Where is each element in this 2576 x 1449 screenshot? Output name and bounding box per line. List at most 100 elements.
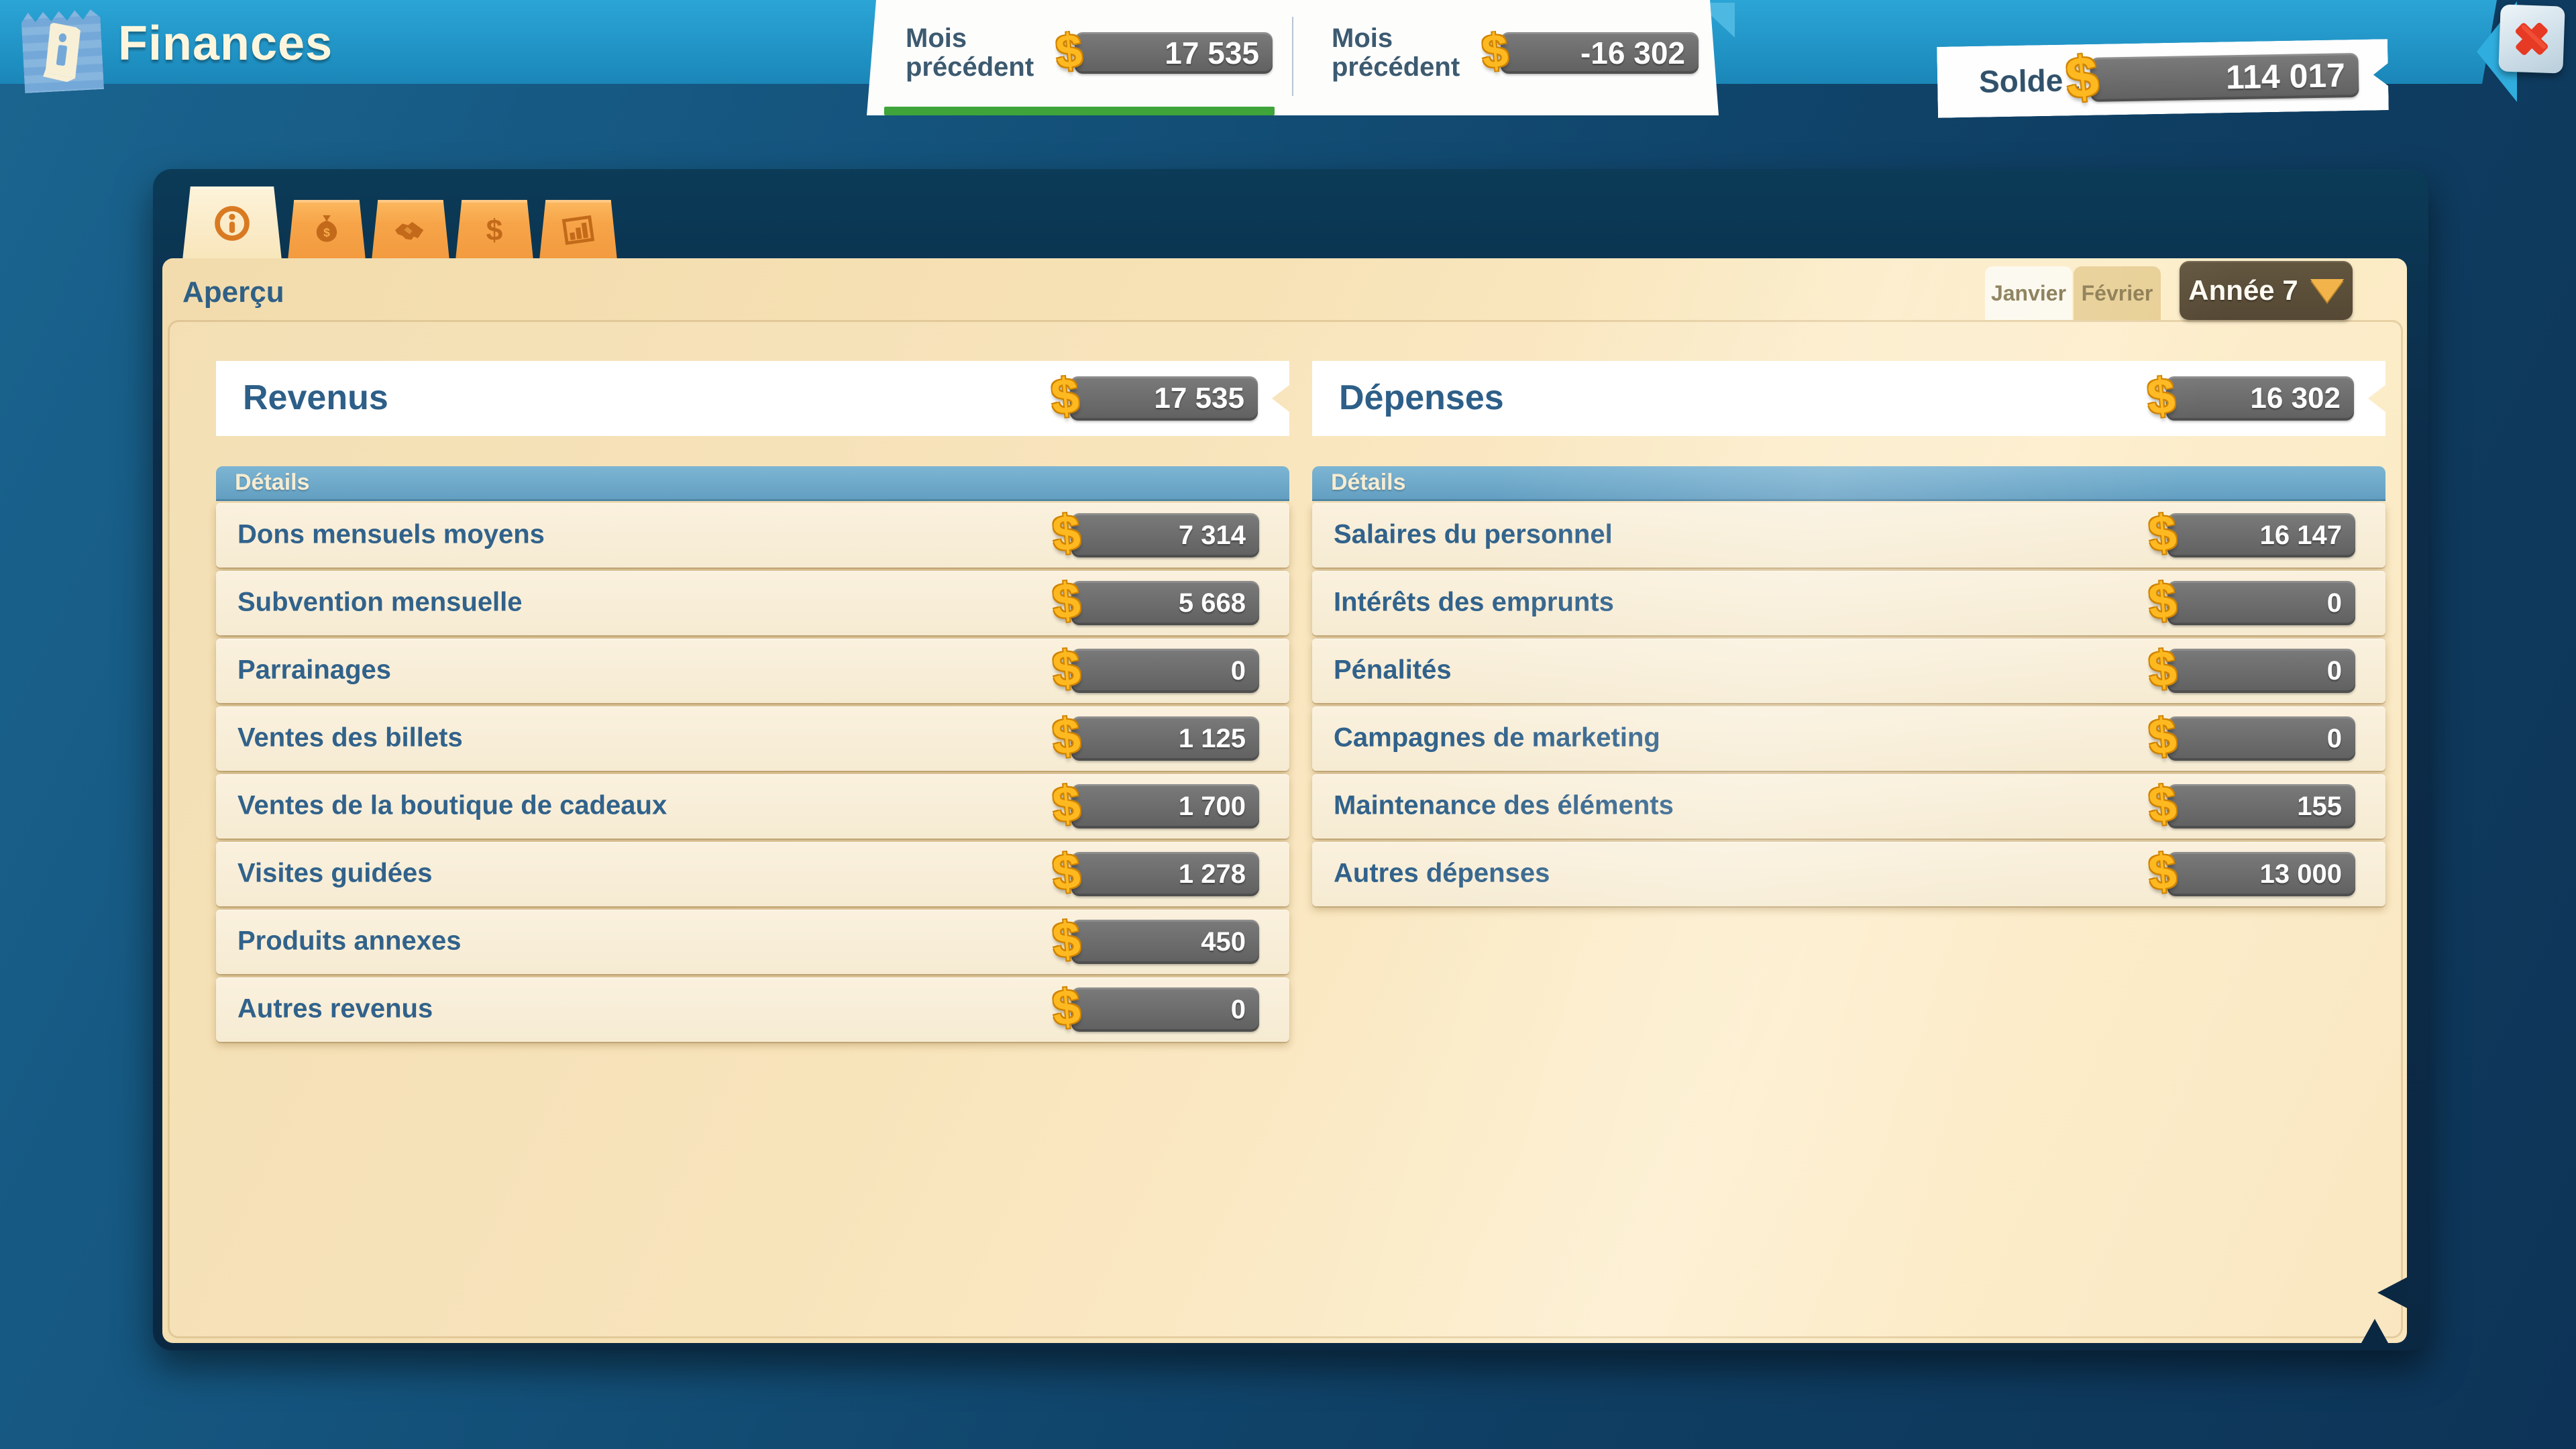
tab-overview[interactable] (182, 186, 282, 260)
previous-month-income: Mois précédent $ 17 535 (867, 0, 1293, 115)
amount-pill: $ 0 (2167, 581, 2355, 625)
ledger-book-icon (29, 15, 95, 88)
table-row: Dons mensuels moyens $ 7 314 (216, 503, 1289, 568)
row-value: 0 (2327, 588, 2355, 619)
svg-text:$: $ (486, 214, 503, 247)
row-label: Ventes de la boutique de cadeaux (237, 791, 667, 821)
amount-pill: $ 1 125 (1071, 716, 1259, 761)
revenues-total: 17 535 (1154, 382, 1258, 415)
svg-text:$: $ (323, 225, 330, 239)
details-label: Détails (1312, 470, 1406, 496)
tab-statistics[interactable] (539, 200, 617, 260)
amount-pill: $ 7 314 (1071, 513, 1259, 557)
page-title: Finances (118, 16, 333, 71)
overview-panel: Aperçu Janvier Février Année 7 Revenus $… (162, 258, 2407, 1343)
row-label: Subvention mensuelle (237, 588, 523, 618)
table-row: Intérêts des emprunts $ 0 (1312, 571, 2385, 635)
finances-ribbon-icon (21, 7, 104, 93)
amount-pill: $ 17 535 (1070, 376, 1258, 421)
amount-pill: $ 1 700 (1071, 784, 1259, 828)
row-value: 0 (2327, 656, 2355, 686)
amount-value: -16 302 (1580, 35, 1699, 71)
close-icon (2509, 16, 2555, 62)
expenses-details-header: Détails (1312, 466, 2385, 501)
currency-icon: $ (2147, 710, 2178, 762)
row-label: Produits annexes (237, 926, 461, 957)
amount-pill: $ 114 017 (2090, 53, 2359, 102)
money-bag-icon: $ (308, 211, 345, 249)
currency-icon: $ (2147, 575, 2178, 627)
amount-pill: $ 16 302 (2166, 376, 2354, 421)
previous-month-expense: Mois précédent $ -16 302 (1293, 0, 1719, 115)
row-label: Pénalités (1334, 655, 1452, 686)
currency-icon: $ (2063, 47, 2102, 108)
amount-pill: $ 0 (1071, 987, 1259, 1032)
expenses-title: Dépenses (1339, 378, 1504, 418)
currency-icon: $ (1051, 575, 1082, 627)
currency-icon: $ (1049, 370, 1081, 422)
screen: Finances Mois précédent $ 17 535 Mois pr… (0, 0, 2576, 1449)
currency-icon: $ (2147, 778, 2178, 830)
currency-icon: $ (1051, 778, 1082, 830)
row-label: Autres dépenses (1334, 859, 1550, 889)
row-value: 450 (1201, 927, 1259, 957)
amount-pill: $ 0 (2167, 649, 2355, 693)
expenses-header-card: Dépenses $ 16 302 (1312, 361, 2385, 436)
handshake-icon (391, 211, 430, 250)
row-label: Autres revenus (237, 994, 433, 1024)
balance-box: Solde : $ 114 017 (1937, 39, 2389, 118)
row-value: 0 (1231, 995, 1259, 1025)
row-label: Maintenance des éléments (1334, 791, 1674, 821)
table-row: Salaires du personnel $ 16 147 (1312, 503, 2385, 568)
table-row: Parrainages $ 0 (216, 639, 1289, 703)
amount-pill: $ 13 000 (2167, 852, 2355, 896)
currency-icon: $ (1051, 981, 1082, 1033)
table-row: Subvention mensuelle $ 5 668 (216, 571, 1289, 635)
currency-icon: $ (1480, 27, 1510, 76)
row-value: 1 278 (1179, 859, 1259, 890)
amount-pill: $ -16 302 (1501, 32, 1699, 74)
table-row: Maintenance des éléments $ 155 (1312, 774, 2385, 839)
amount-pill: $ 155 (2167, 784, 2355, 828)
row-value: 0 (1231, 656, 1259, 686)
cursor-arrow (2377, 1277, 2407, 1309)
dollar-icon: $ (476, 211, 513, 249)
table-row: Campagnes de marketing $ 0 (1312, 706, 2385, 771)
row-label: Parrainages (237, 655, 391, 686)
expenses-total: 16 302 (2250, 382, 2354, 415)
table-row: Autres revenus $ 0 (216, 977, 1289, 1042)
amount-pill: $ 0 (1071, 649, 1259, 693)
currency-icon: $ (1051, 507, 1082, 559)
revenues-details-list: Dons mensuels moyens $ 7 314 Subvention … (216, 503, 1289, 1045)
row-label: Dons mensuels moyens (237, 520, 545, 550)
balance-value: 114 017 (2225, 56, 2359, 97)
row-value: 155 (2297, 792, 2355, 822)
amount-pill: $ 450 (1071, 920, 1259, 964)
row-value: 1 700 (1179, 792, 1259, 822)
revenues-title: Revenus (243, 378, 388, 418)
amount-pill: $ 5 668 (1071, 581, 1259, 625)
expenses-details-list: Salaires du personnel $ 16 147 Intérêts … (1312, 503, 2385, 910)
tab-donations[interactable]: $ (288, 200, 366, 260)
currency-icon: $ (2145, 370, 2177, 422)
currency-icon: $ (1051, 914, 1082, 965)
amount-value: 17 535 (1165, 35, 1273, 71)
tab-bar: $ $ (182, 186, 617, 260)
tab-finance[interactable]: $ (455, 200, 533, 260)
bar-chart-icon (559, 211, 598, 250)
table-row: Pénalités $ 0 (1312, 639, 2385, 703)
close-button[interactable] (2498, 4, 2565, 73)
row-value: 7 314 (1179, 521, 1259, 551)
row-value: 13 000 (2260, 859, 2355, 890)
table-row: Ventes des billets $ 1 125 (216, 706, 1289, 771)
amount-pill: $ 17 535 (1075, 32, 1273, 74)
row-value: 16 147 (2260, 521, 2355, 551)
row-value: 1 125 (1179, 724, 1259, 754)
table-row: Ventes de la boutique de cadeaux $ 1 700 (216, 774, 1289, 839)
currency-icon: $ (1051, 710, 1082, 762)
tab-sponsorship[interactable] (372, 200, 449, 260)
revenues-details-header: Détails (216, 466, 1289, 501)
amount-pill: $ 1 278 (1071, 852, 1259, 896)
row-value: 5 668 (1179, 588, 1259, 619)
row-label: Salaires du personnel (1334, 520, 1613, 550)
